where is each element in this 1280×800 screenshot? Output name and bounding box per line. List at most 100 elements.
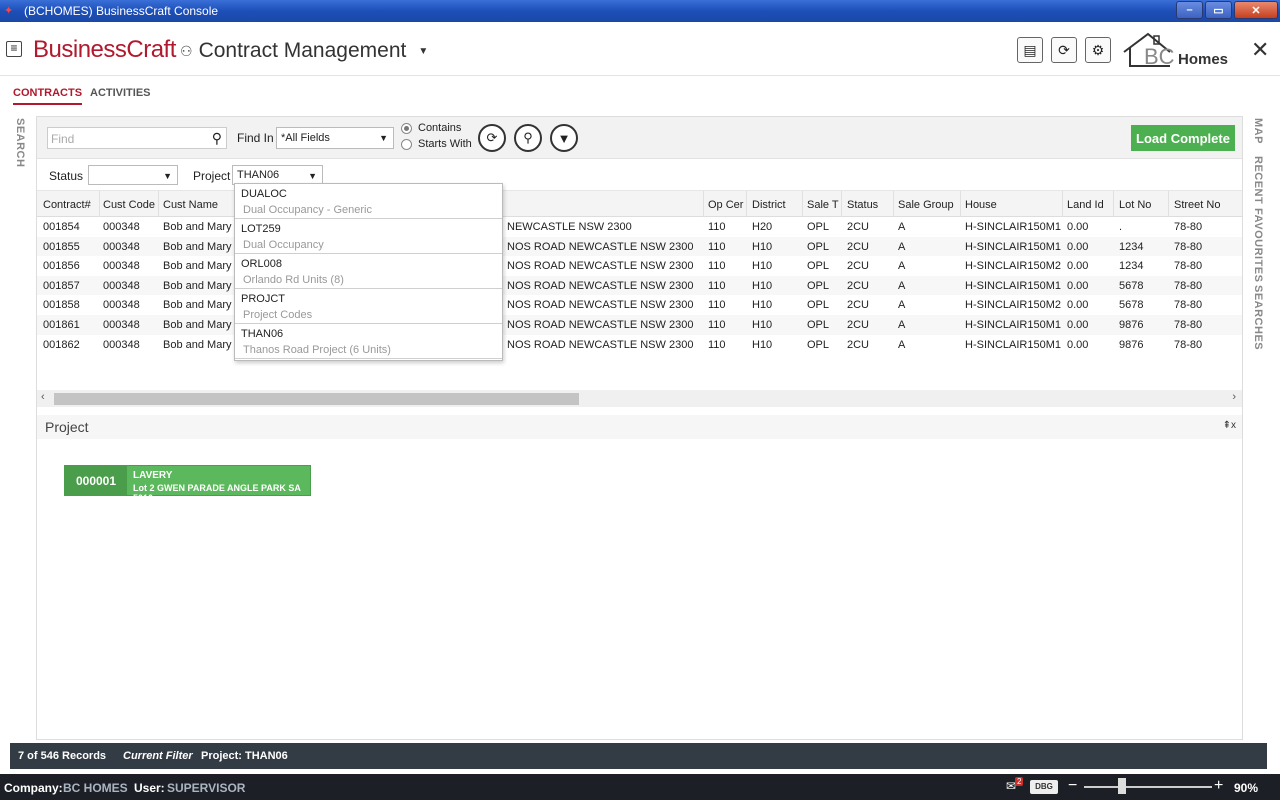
contains-radio[interactable]: Contains (401, 122, 461, 134)
menu-icon[interactable]: ≡ (6, 41, 22, 57)
filter-icon[interactable]: ▼ (550, 124, 578, 152)
logo-bc: BC (1144, 44, 1175, 69)
radio-button[interactable] (401, 122, 412, 134)
cell-lot-no: 1234 (1119, 260, 1144, 273)
scroll-right-icon[interactable]: › (1232, 391, 1236, 403)
col-cust-code[interactable]: Cust Code (103, 199, 157, 211)
tab-contracts[interactable]: CONTRACTS (13, 87, 83, 105)
cell-cust-code: 000348 (103, 240, 140, 253)
table-row[interactable]: 001857 000348 Bob and Mary S NOS ROAD NEWCA… (37, 275, 1242, 296)
filter-bar: Find ⚲ Find In *All Fields ▼ Contains St… (37, 117, 1242, 159)
map-side-tab[interactable]: MAP (1252, 118, 1264, 144)
cell-land-id: 0.00 (1067, 260, 1089, 273)
cell-sale-type: OPL (807, 260, 830, 273)
dropdown-option[interactable]: THAN06 Thanos Road Project (6 Units) (235, 324, 502, 359)
zoom-slider-thumb[interactable] (1118, 778, 1127, 794)
cell-status: 2CU (847, 319, 870, 331)
find-in-value: *All Fields (281, 132, 330, 144)
favourites-side-tab[interactable]: FAVOURITES (1252, 208, 1264, 282)
find-in-select[interactable]: *All Fields ▼ (276, 127, 394, 149)
cell-street-no: 78-80 (1174, 260, 1203, 273)
dropdown-option[interactable]: DUALOC Dual Occupancy - Generic (235, 184, 502, 219)
cell-house: H-SINCLAIR150M2 (965, 260, 1061, 273)
search-input[interactable]: Find ⚲ (47, 127, 227, 149)
cell-status: 2CU (847, 240, 870, 253)
zoom-slider-track[interactable] (1084, 786, 1212, 788)
close-icon[interactable]: ✕ (1251, 37, 1269, 63)
zoom-in-icon[interactable]: + (1214, 777, 1223, 795)
cell-land-id: 0.00 (1067, 279, 1089, 292)
cell-land-id: 0.00 (1067, 319, 1089, 331)
refresh-search-icon[interactable]: ⟳ (478, 124, 506, 152)
project-dropdown-list: DUALOC Dual Occupancy - Generic LOT259 Dual… (234, 183, 503, 361)
contracts-grid: Contract# Cust Code Cust Name Op Cer Dis… (37, 190, 1242, 390)
cell-street-no: 78-80 (1174, 221, 1203, 233)
starts-with-radio[interactable]: Starts With (401, 138, 472, 150)
chevron-down-icon: ▼ (163, 171, 172, 181)
project-card[interactable]: 000001 LAVERY Lot 2 GWEN PARADE ANGLE PA… (64, 465, 311, 503)
dropdown-option[interactable]: ORL008 Orlando Rd Units (8) (235, 254, 502, 289)
table-row[interactable]: 001855 000348 Bob and Mary S NOS ROAD NEWCA… (37, 236, 1242, 257)
searches-side-tab[interactable]: SEARCHES (1252, 285, 1264, 350)
find-in-label: Find In (237, 131, 274, 145)
recent-side-tab[interactable]: RECENT (1252, 156, 1264, 204)
cell-address: NOS ROAD NEWCASTLE NSW 2300 (507, 338, 694, 351)
col-cust-name[interactable]: Cust Name (163, 199, 233, 211)
search-icon[interactable]: ⚲ (212, 130, 222, 147)
col-district[interactable]: District (752, 199, 802, 211)
notification-icon[interactable]: ✉ 2 (1006, 777, 1026, 793)
table-row[interactable]: 001862 000348 Bob and Mary S NOS ROAD NEWCA… (37, 335, 1242, 355)
cell-sale-group: A (898, 279, 906, 292)
cell-op-cer: 110 (708, 299, 726, 312)
horizontal-scrollbar[interactable]: ‹ › (37, 390, 1242, 407)
tab-activities[interactable]: ACTIVITIES (90, 87, 151, 99)
cell-op-cer: 110 (708, 279, 726, 292)
module-selector[interactable]: ⚇ Contract Management ▼ (180, 39, 428, 63)
cell-op-cer: 110 (708, 221, 726, 233)
col-land-id[interactable]: Land Id (1067, 199, 1113, 211)
table-row[interactable]: 001861 000348 Bob and Mary S NOS ROAD NEWCA… (37, 315, 1242, 335)
cell-district: H10 (752, 338, 773, 351)
footer-bar: Company: BC HOMES User: SUPERVISOR ✉ 2 DB… (0, 774, 1280, 800)
col-sale-type[interactable]: Sale T (807, 199, 839, 211)
scroll-left-icon[interactable]: ‹ (41, 391, 45, 403)
zoom-out-icon[interactable]: − (1068, 777, 1077, 795)
minimize-button[interactable]: – (1176, 1, 1203, 19)
col-op-cer[interactable]: Op Cer (708, 199, 746, 211)
calendar-icon[interactable]: ▤ (1017, 37, 1043, 63)
chevron-down-icon: ▼ (379, 133, 388, 143)
window-close-button[interactable]: ✕ (1234, 1, 1278, 19)
option-code: LOT259 (241, 223, 281, 235)
cell-cust-code: 000348 (103, 221, 140, 233)
cell-cust-name: Bob and Mary S (163, 279, 233, 292)
col-lot-no[interactable]: Lot No (1119, 199, 1165, 211)
record-status-bar: 7 of 546 Records Current Filter Project:… (10, 743, 1267, 769)
status-select[interactable]: ▼ (88, 165, 178, 185)
load-complete-button[interactable]: Load Complete (1131, 125, 1235, 151)
project-select[interactable]: THAN06 ▼ (232, 165, 323, 185)
cell-contract: 001861 (43, 319, 80, 331)
radio-button[interactable] (401, 138, 412, 150)
option-code: ORL008 (241, 258, 282, 270)
col-house[interactable]: House (965, 199, 1061, 211)
project-card-name: LAVERY (133, 470, 173, 481)
col-contract[interactable]: Contract# (43, 199, 99, 211)
cell-district: H10 (752, 240, 773, 253)
pin-close-icon[interactable]: ⇞x (1223, 420, 1236, 431)
cell-op-cer: 110 (708, 240, 726, 253)
refresh-icon[interactable]: ⟳ (1051, 37, 1077, 63)
dropdown-option[interactable]: LOT259 Dual Occupancy (235, 219, 502, 254)
col-sale-group[interactable]: Sale Group (898, 199, 960, 211)
col-status[interactable]: Status (847, 199, 893, 211)
search-side-tab[interactable]: SEARCH (14, 118, 26, 167)
dropdown-option[interactable]: PROJCT Project Codes (235, 289, 502, 324)
table-row[interactable]: 001854 000348 Bob and Mary S NEWCASTLE NSW … (37, 217, 1242, 237)
table-row[interactable]: 001856 000348 Bob and Mary S NOS ROAD NEWCA… (37, 256, 1242, 276)
maximize-button[interactable]: ▭ (1205, 1, 1232, 19)
col-street-no[interactable]: Street No (1174, 199, 1234, 211)
scroll-thumb[interactable] (54, 393, 579, 405)
table-row[interactable]: 001858 000348 Bob and Mary S NOS ROAD NEWCA… (37, 295, 1242, 315)
debug-badge[interactable]: DBG (1030, 780, 1058, 794)
search-icon[interactable]: ⚲ (514, 124, 542, 152)
gear-icon[interactable]: ⚙ (1085, 37, 1111, 63)
